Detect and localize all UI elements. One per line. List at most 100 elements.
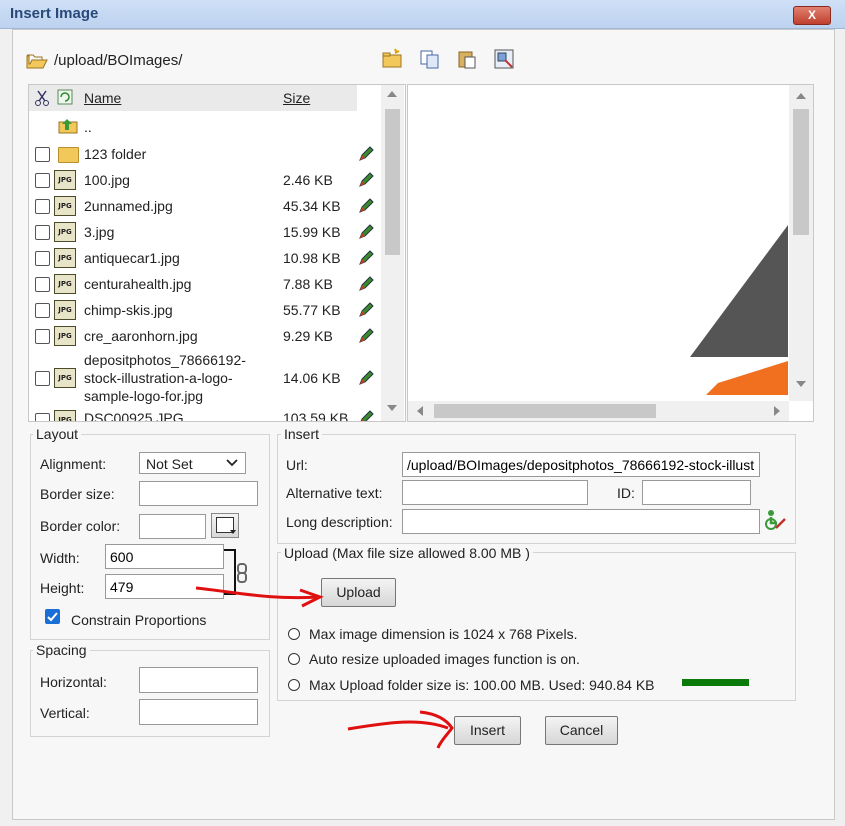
file-name-line: sample-logo-for.jpg: [84, 388, 204, 404]
jpg-file-icon: JPG: [54, 222, 76, 242]
row-checkbox[interactable]: [35, 413, 50, 421]
current-path: /upload/BOImages/: [54, 52, 183, 69]
info-bullet-icon: [288, 679, 300, 691]
parent-folder-label: ..: [84, 119, 92, 135]
cut-icon[interactable]: [35, 90, 49, 109]
row-checkbox[interactable]: [35, 277, 50, 292]
rename-pencil-icon[interactable]: [358, 172, 374, 188]
rename-pencil-icon[interactable]: [358, 302, 374, 318]
chain-link-icon[interactable]: [235, 562, 249, 587]
list-item[interactable]: JPG antiquecar1.jpg 10.98 KB: [29, 245, 381, 271]
insert-button[interactable]: Insert: [454, 716, 521, 745]
row-checkbox[interactable]: [35, 173, 50, 188]
file-size: 45.34 KB: [283, 198, 341, 214]
column-size-header[interactable]: Size: [283, 90, 310, 106]
rename-pencil-icon[interactable]: [358, 146, 374, 162]
scroll-down-icon[interactable]: [796, 381, 806, 387]
row-checkbox[interactable]: [35, 147, 50, 162]
file-name: chimp-skis.jpg: [84, 302, 173, 318]
file-size: 15.99 KB: [283, 224, 341, 240]
file-size: 2.46 KB: [283, 172, 333, 188]
file-name-line: depositphotos_78666192-: [84, 352, 246, 368]
resize-icon[interactable]: [493, 48, 515, 70]
row-checkbox[interactable]: [35, 371, 50, 386]
horizontal-input[interactable]: [139, 667, 258, 693]
scroll-right-icon[interactable]: [774, 406, 780, 416]
cancel-button[interactable]: Cancel: [545, 716, 618, 745]
new-folder-icon[interactable]: [381, 48, 403, 70]
row-checkbox[interactable]: [35, 199, 50, 214]
list-item[interactable]: 123 folder: [29, 141, 381, 167]
border-size-input[interactable]: [139, 481, 258, 506]
close-button[interactable]: X: [793, 6, 831, 25]
list-item[interactable]: JPG cre_aaronhorn.jpg 9.29 KB: [29, 323, 381, 349]
list-item[interactable]: JPG 3.jpg 15.99 KB: [29, 219, 381, 245]
file-name: cre_aaronhorn.jpg: [84, 328, 198, 344]
scroll-thumb[interactable]: [793, 109, 809, 235]
rename-pencil-icon[interactable]: [358, 198, 374, 214]
layout-legend: Layout: [33, 426, 82, 442]
scroll-up-icon[interactable]: [387, 91, 397, 97]
copy-icon[interactable]: [419, 48, 441, 70]
vertical-input[interactable]: [139, 699, 258, 725]
upload-button[interactable]: Upload: [321, 578, 396, 607]
scroll-down-icon[interactable]: [387, 405, 397, 411]
open-folder-icon: [26, 52, 48, 70]
file-size: 55.77 KB: [283, 302, 341, 318]
file-name: DSC00925.JPG: [84, 410, 184, 422]
parent-folder-row[interactable]: ..: [29, 115, 381, 141]
scroll-thumb[interactable]: [434, 404, 656, 418]
file-list-header: Name Size: [29, 85, 357, 111]
paste-icon[interactable]: [456, 48, 478, 70]
list-item[interactable]: JPG 100.jpg 2.46 KB: [29, 167, 381, 193]
folder-icon: [58, 147, 79, 163]
refresh-icon[interactable]: [57, 89, 73, 108]
file-name: 2unnamed.jpg: [84, 198, 173, 214]
file-size: 9.29 KB: [283, 328, 333, 344]
usage-bar-fill: [682, 679, 749, 686]
window-title: Insert Image: [10, 5, 99, 22]
alignment-select[interactable]: Not Set: [139, 452, 246, 474]
border-color-label: Border color:: [40, 518, 121, 534]
constrain-checkbox[interactable]: [45, 609, 60, 624]
list-item[interactable]: JPG centurahealth.jpg 7.88 KB: [29, 271, 381, 297]
color-picker-button[interactable]: [211, 513, 239, 538]
alignment-selected-value: Not Set: [146, 456, 193, 472]
alt-text-input[interactable]: [402, 480, 588, 505]
border-size-label: Border size:: [40, 486, 115, 502]
rename-pencil-icon[interactable]: [358, 410, 374, 421]
id-input[interactable]: [642, 480, 751, 505]
row-checkbox[interactable]: [35, 225, 50, 240]
column-name-header[interactable]: Name: [84, 90, 121, 106]
jpg-file-icon: JPG: [54, 196, 76, 216]
row-checkbox[interactable]: [35, 329, 50, 344]
scroll-left-icon[interactable]: [417, 406, 423, 416]
height-input[interactable]: [105, 574, 224, 599]
rename-pencil-icon[interactable]: [358, 250, 374, 266]
file-list-scrollbar[interactable]: [381, 85, 404, 421]
rename-pencil-icon[interactable]: [358, 276, 374, 292]
url-input[interactable]: [402, 452, 760, 477]
rename-pencil-icon[interactable]: [358, 370, 374, 386]
chevron-down-icon: [226, 455, 238, 472]
row-checkbox[interactable]: [35, 303, 50, 318]
border-color-input[interactable]: [139, 514, 206, 539]
rename-pencil-icon[interactable]: [358, 224, 374, 240]
list-item[interactable]: JPG chimp-skis.jpg 55.77 KB: [29, 297, 381, 323]
long-description-input[interactable]: [402, 509, 760, 534]
folder-size-info: Max Upload folder size is: 100.00 MB. Us…: [309, 677, 655, 693]
file-list: Name Size .. 123 folder JPG 100.jpg 2.46…: [28, 84, 406, 422]
scroll-thumb[interactable]: [385, 109, 400, 255]
rename-pencil-icon[interactable]: [358, 328, 374, 344]
list-item[interactable]: JPG 2unnamed.jpg 45.34 KB: [29, 193, 381, 219]
scroll-up-icon[interactable]: [796, 93, 806, 99]
preview-hscrollbar[interactable]: [408, 401, 789, 421]
file-name: 3.jpg: [84, 224, 115, 240]
file-size: 14.06 KB: [283, 370, 341, 386]
preview-vscrollbar[interactable]: [789, 85, 813, 401]
width-input[interactable]: [105, 544, 224, 569]
accessibility-edit-icon[interactable]: [763, 509, 787, 534]
row-checkbox[interactable]: [35, 251, 50, 266]
list-item[interactable]: JPG DSC00925.JPG 103.59 KB: [29, 407, 381, 422]
list-item[interactable]: JPG depositphotos_78666192- stock-illust…: [29, 349, 381, 407]
